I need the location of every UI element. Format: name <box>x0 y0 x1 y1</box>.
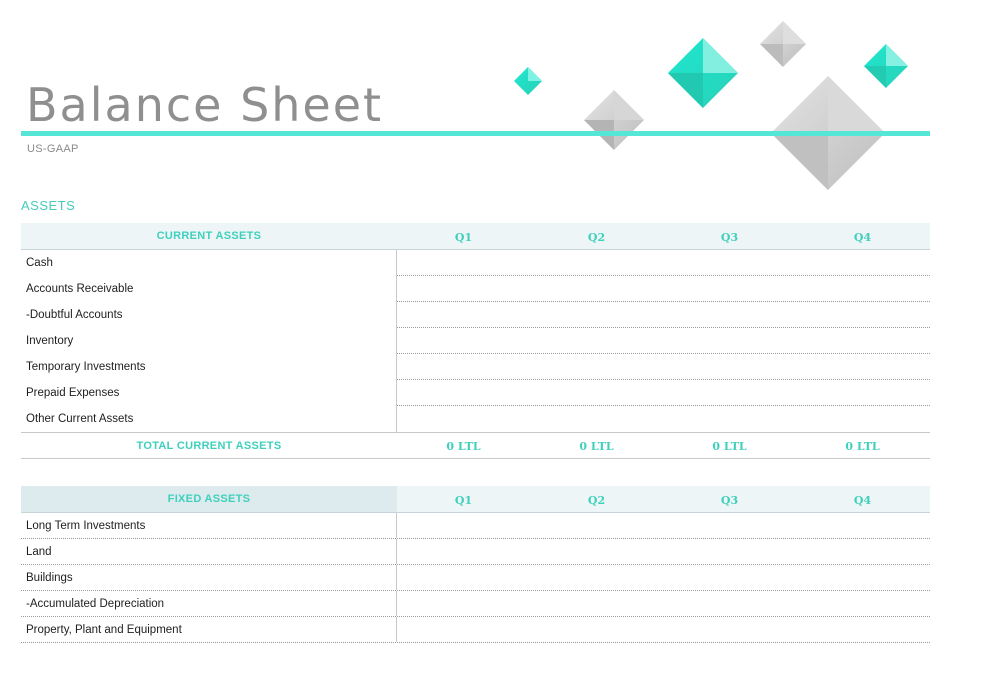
fixed-assets-header-row: FIXED ASSETS Q1 Q2 Q3 Q4 <box>21 486 930 513</box>
row-label-long-term-investments: Long Term Investments <box>21 513 397 538</box>
header-q4: Q4 <box>853 231 872 244</box>
header-q3: Q3 <box>720 494 739 507</box>
table-row: -Doubtful Accounts <box>21 302 930 328</box>
small-gray-diamond-icon <box>760 21 806 67</box>
current-assets-header-row: CURRENT ASSETS Q1 Q2 Q3 Q4 <box>21 223 930 250</box>
row-label-other-current-assets: Other Current Assets <box>21 406 397 432</box>
total-q2-value: 0 LTL <box>579 440 614 453</box>
teal-diamond-right-icon <box>864 44 908 88</box>
header-q2: Q2 <box>587 231 606 244</box>
header-q2: Q2 <box>587 494 606 507</box>
section-label-assets: ASSETS <box>21 198 76 213</box>
table-row: Land <box>21 539 930 565</box>
fixed-assets-table: FIXED ASSETS Q1 Q2 Q3 Q4 Long Term Inves… <box>21 486 930 643</box>
title-divider <box>21 131 930 136</box>
total-current-assets-row: TOTAL CURRENT ASSETS 0 LTL 0 LTL 0 LTL 0… <box>21 432 930 459</box>
row-value-cells[interactable] <box>397 302 930 328</box>
row-value-cells[interactable] <box>397 406 930 432</box>
current-assets-table: CURRENT ASSETS Q1 Q2 Q3 Q4 Cash Accounts… <box>21 223 930 459</box>
row-label-accumulated-depreciation: -Accumulated Depreciation <box>21 591 397 616</box>
table-row: Other Current Assets <box>21 406 930 432</box>
small-teal-diamond-icon <box>514 67 542 95</box>
row-value-cells[interactable] <box>397 539 930 564</box>
header-q4: Q4 <box>853 494 872 507</box>
table-row: Long Term Investments <box>21 513 930 539</box>
row-value-cells[interactable] <box>397 328 930 354</box>
header-q3: Q3 <box>720 231 739 244</box>
table-row: Prepaid Expenses <box>21 380 930 406</box>
large-teal-diamond-icon <box>668 38 738 108</box>
row-label-inventory: Inventory <box>21 328 397 354</box>
row-value-cells[interactable] <box>397 354 930 380</box>
total-q4-value: 0 LTL <box>845 440 880 453</box>
row-value-cells[interactable] <box>397 380 930 406</box>
row-value-cells[interactable] <box>397 276 930 302</box>
table-row: Cash <box>21 250 930 276</box>
table-row: Buildings <box>21 565 930 591</box>
header-q1: Q1 <box>454 494 473 507</box>
row-value-cells[interactable] <box>397 617 930 642</box>
page-subtitle: US-GAAP <box>27 143 79 155</box>
table-row: Property, Plant and Equipment <box>21 617 930 643</box>
row-label-land: Land <box>21 539 397 564</box>
header-q1: Q1 <box>454 231 473 244</box>
table-row: Temporary Investments <box>21 354 930 380</box>
table-row: Inventory <box>21 328 930 354</box>
row-label-doubtful-accounts: -Doubtful Accounts <box>21 302 397 328</box>
row-label-accounts-receivable: Accounts Receivable <box>21 276 397 302</box>
total-current-assets-label: TOTAL CURRENT ASSETS <box>136 440 282 452</box>
total-q3-value: 0 LTL <box>712 440 747 453</box>
fixed-assets-header: FIXED ASSETS <box>21 486 397 512</box>
row-label-property-plant-equipment: Property, Plant and Equipment <box>21 617 397 642</box>
row-value-cells[interactable] <box>397 250 930 276</box>
row-label-prepaid-expenses: Prepaid Expenses <box>21 380 397 406</box>
current-assets-header: CURRENT ASSETS <box>156 230 262 242</box>
page-title: Balance Sheet <box>26 78 384 132</box>
table-row: -Accumulated Depreciation <box>21 591 930 617</box>
row-label-cash: Cash <box>21 250 397 276</box>
row-label-temporary-investments: Temporary Investments <box>21 354 397 380</box>
total-q1-value: 0 LTL <box>446 440 481 453</box>
row-value-cells[interactable] <box>397 591 930 616</box>
row-label-buildings: Buildings <box>21 565 397 590</box>
gray-diamond-icon <box>584 90 644 150</box>
row-value-cells[interactable] <box>397 513 930 538</box>
row-value-cells[interactable] <box>397 565 930 590</box>
table-row: Accounts Receivable <box>21 276 930 302</box>
